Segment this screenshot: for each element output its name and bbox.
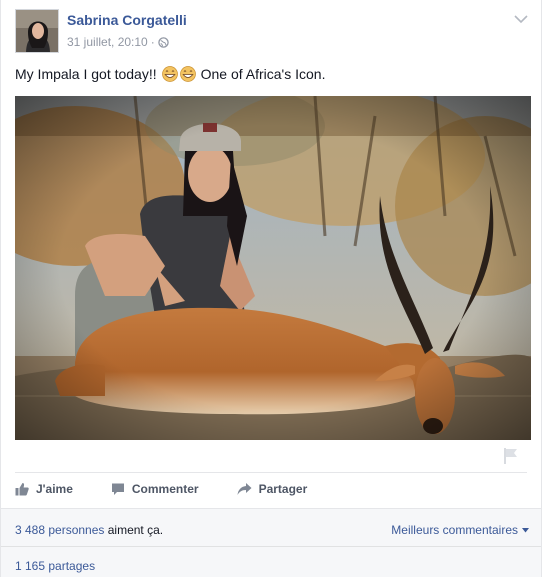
- post-footer: 3 488 personnes aiment ça. Meilleurs com…: [1, 508, 541, 577]
- chevron-down-icon[interactable]: [513, 12, 529, 26]
- post-timestamp[interactable]: 31 juillet, 20:10: [67, 35, 148, 49]
- post-text: My Impala I got today!! One of Africa's …: [15, 66, 325, 82]
- likes-suffix: aiment ça.: [104, 523, 164, 537]
- post-card: Sabrina Corgatelli 31 juillet, 20:10 · M…: [0, 0, 542, 577]
- likes-count-link[interactable]: 3 488 personnes: [15, 523, 104, 537]
- comment-label: Commenter: [131, 482, 199, 496]
- hunting-photo: [15, 96, 531, 440]
- author-name[interactable]: Sabrina Corgatelli: [67, 12, 187, 28]
- share-label: Partager: [258, 482, 308, 496]
- author-avatar[interactable]: [15, 9, 59, 53]
- globe-icon: [158, 36, 169, 48]
- comment-sort-dropdown[interactable]: Meilleurs commentaires: [391, 523, 529, 537]
- meta-separator: ·: [150, 35, 155, 49]
- shares-link[interactable]: 1 165 partages: [15, 559, 95, 573]
- avatar-image: [16, 10, 58, 52]
- comment-button[interactable]: Commenter: [111, 482, 199, 496]
- like-label: J'aime: [36, 482, 73, 496]
- grinning-face-icon: [161, 66, 178, 82]
- grinning-face-icon: [179, 66, 196, 82]
- action-bar: J'aime Commenter Partager: [15, 482, 307, 496]
- sort-label: Meilleurs commentaires: [391, 523, 518, 537]
- share-button[interactable]: Partager: [237, 482, 308, 496]
- share-arrow-icon: [237, 483, 252, 495]
- footer-divider: [1, 546, 541, 547]
- post-text-tail: One of Africa's Icon.: [200, 66, 326, 82]
- flag-icon[interactable]: [503, 447, 519, 465]
- thumbs-up-icon: [15, 483, 29, 496]
- likes-summary: 3 488 personnes aiment ça.: [15, 523, 163, 537]
- post-meta: 31 juillet, 20:10 ·: [67, 35, 169, 49]
- post-photo[interactable]: [15, 96, 531, 440]
- like-button[interactable]: J'aime: [15, 482, 73, 496]
- actions-divider: [15, 472, 527, 473]
- post-text-main: My Impala I got today!!: [15, 66, 157, 82]
- comment-icon: [111, 483, 124, 495]
- caret-down-icon: [522, 527, 529, 532]
